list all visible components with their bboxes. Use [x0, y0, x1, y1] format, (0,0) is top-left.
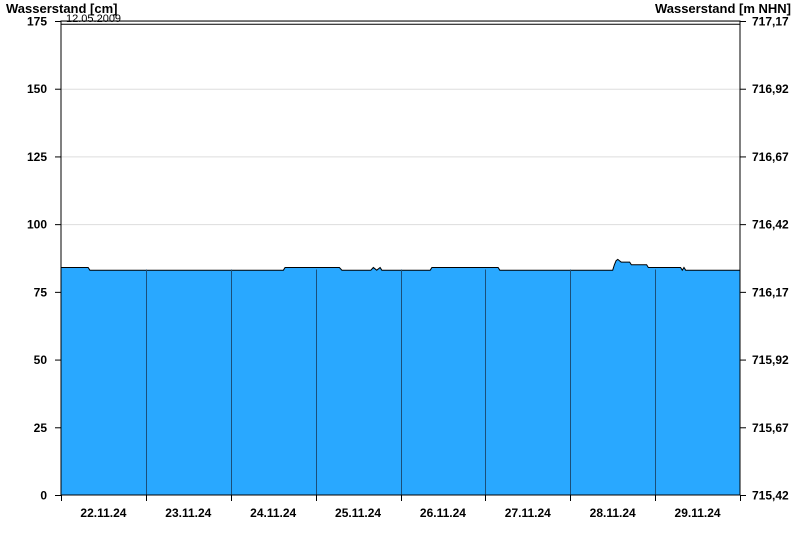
water-level-chart: 12.05.2009 0255075100125150175 715,42715…: [6, 1, 791, 520]
x-tick-label: 26.11.24: [420, 506, 466, 520]
y-tick-label-right: 716,42: [752, 218, 789, 232]
y-axis-label-right: Wasserstand [m NHN]: [655, 1, 791, 16]
x-tick-label: 28.11.24: [590, 506, 636, 520]
x-tick-label: 22.11.24: [80, 506, 126, 520]
y-tick-label-right: 715,67: [752, 421, 789, 435]
water-level-area: [61, 259, 740, 495]
y-tick-label-left: 150: [27, 82, 47, 96]
x-tick-label: 24.11.24: [250, 506, 296, 520]
y-tick-label-left: 125: [27, 150, 47, 164]
y-tick-label-right: 716,92: [752, 82, 789, 96]
x-tick-label: 29.11.24: [675, 506, 721, 520]
x-tick-label: 23.11.24: [165, 506, 211, 520]
y-tick-label-right: 715,42: [752, 489, 789, 503]
reference-line-group: 12.05.2009: [61, 13, 740, 25]
y-tick-label-left: 25: [34, 421, 48, 435]
y-tick-label-left: 175: [27, 15, 47, 29]
area-layer: [61, 258, 740, 495]
right-axis: 715,42 715,67 715,92 716,17 716,42 716,67 716,…: [740, 15, 789, 503]
y-tick-label-right: 717,17: [752, 15, 789, 29]
y-tick-label-left: 50: [34, 353, 48, 367]
y-tick-label-right: 716,67: [752, 150, 789, 164]
x-axis: 22.11.24 23.11.24 24.11.24 25.11.24 26.11.24…: [61, 495, 741, 520]
y-tick-label-left: 0: [40, 489, 47, 503]
x-tick-label: 27.11.24: [505, 506, 551, 520]
y-axis-label-left: Wasserstand [cm]: [6, 1, 118, 16]
y-tick-label-left: 100: [27, 218, 47, 232]
y-tick-label-left: 75: [34, 285, 48, 299]
x-tick-label: 25.11.24: [335, 506, 381, 520]
left-axis: 0 25 50 75 100 125 150 175: [27, 15, 61, 503]
y-tick-label-right: 716,17: [752, 285, 789, 299]
y-tick-label-right: 715,92: [752, 353, 789, 367]
